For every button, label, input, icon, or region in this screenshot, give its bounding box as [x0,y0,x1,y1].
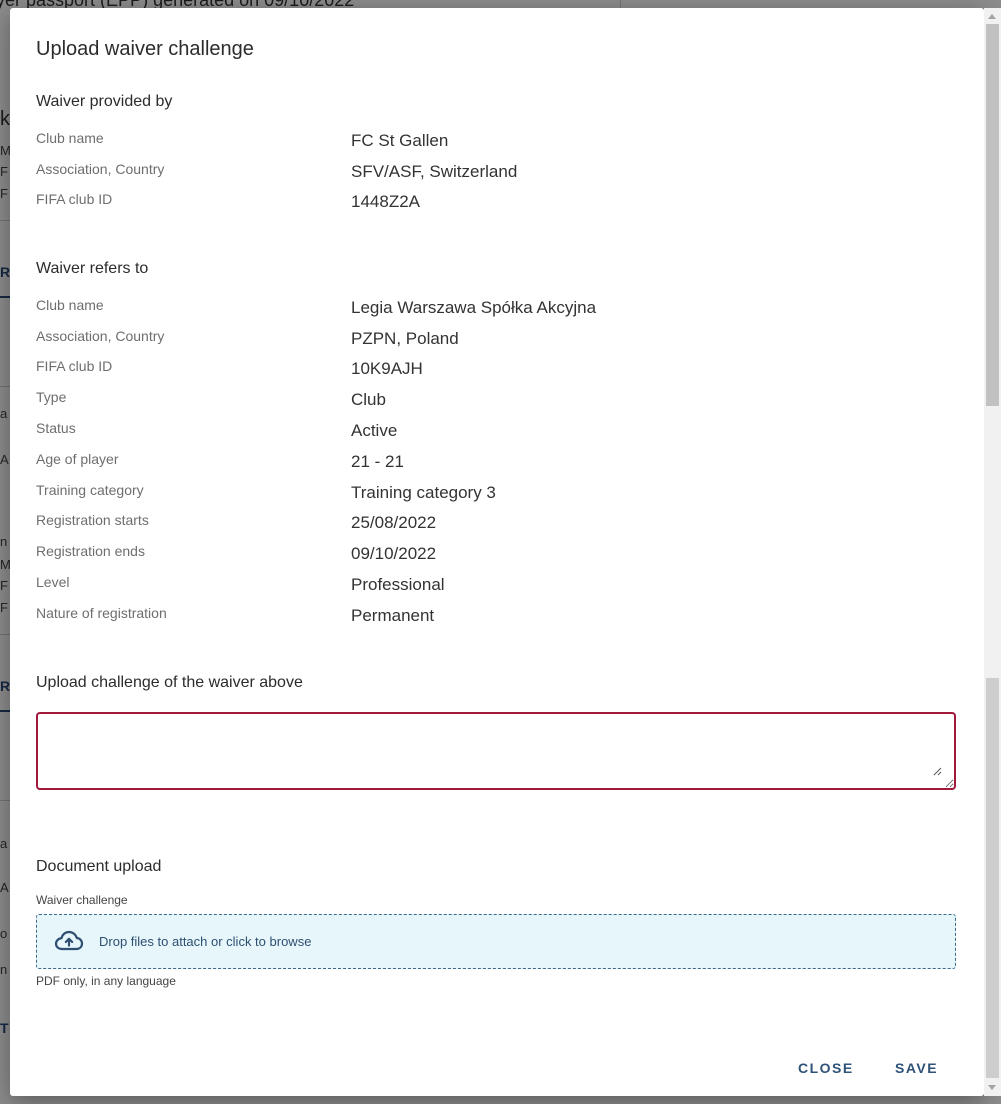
field-value: Legia Warszawa Spółka Akcyjna [351,298,597,317]
field-label: Level [36,574,70,590]
refers-to-club-name-row: Club name Legia Warszawa Spółka Akcyjna [36,297,936,321]
file-dropzone[interactable]: Drop files to attach or click to browse [36,914,956,969]
field-value: 1448Z2A [351,192,420,211]
field-label: FIFA club ID [36,191,113,207]
save-button[interactable]: SAVE [887,1056,946,1080]
refers-to-registration-starts-row: Registration starts 25/08/2022 [36,512,936,536]
field-value: SFV/ASF, Switzerland [351,162,518,181]
dialog-title: Upload waiver challenge [36,38,254,60]
refers-to-type-row: Type Club [36,389,936,413]
section-title-refers-to: Waiver refers to [36,260,149,277]
scroll-down-arrow-icon[interactable] [988,1085,996,1090]
field-value: Club [351,390,386,409]
field-label: Age of player [36,451,119,467]
field-value: Professional [351,575,445,594]
field-value: Permanent [351,606,435,625]
provided-by-association-row: Association, Country SFV/ASF, Switzerlan… [36,161,936,185]
upload-waiver-challenge-dialog: Upload waiver challenge Waiver provided … [10,8,984,1096]
field-label: Registration starts [36,512,149,528]
field-label: Association, Country [36,328,165,344]
field-label: FIFA club ID [36,358,113,374]
section-title-challenge: Upload challenge of the waiver above [36,674,303,691]
field-label: Registration ends [36,543,145,559]
field-value: 21 - 21 [351,452,404,471]
upload-field-label: Waiver challenge [36,893,128,907]
field-value: FC St Gallen [351,131,449,150]
dropzone-label: Drop files to attach or click to browse [99,934,312,949]
field-value: 10K9AJH [351,359,423,378]
field-value: Active [351,421,398,440]
section-title-document-upload: Document upload [36,858,162,875]
refers-to-registration-ends-row: Registration ends 09/10/2022 [36,543,936,567]
provided-by-fifa-id-row: FIFA club ID 1448Z2A [36,191,936,215]
field-label: Club name [36,130,104,146]
refers-to-association-row: Association, Country PZPN, Poland [36,328,936,352]
cloud-upload-icon [54,930,84,951]
challenge-textarea[interactable] [36,712,956,790]
scroll-up-arrow-icon[interactable] [988,14,996,19]
refers-to-status-row: Status Active [36,420,936,444]
section-title-provided-by: Waiver provided by [36,93,173,110]
close-button[interactable]: CLOSE [790,1056,862,1080]
field-label: Nature of registration [36,605,167,621]
field-value: 09/10/2022 [351,544,437,563]
refers-to-training-category-row: Training category Training category 3 [36,482,936,506]
scrollbar-thumb[interactable] [986,24,999,406]
field-label: Type [36,389,67,405]
field-label: Club name [36,297,104,313]
field-value: 25/08/2022 [351,513,437,532]
refers-to-nature-row: Nature of registration Permanent [36,605,936,629]
field-label: Association, Country [36,161,165,177]
page-scrollbar[interactable] [984,8,1001,1096]
scrollbar-inner-track[interactable] [986,678,999,1078]
field-label: Status [36,420,76,436]
refers-to-fifa-id-row: FIFA club ID 10K9AJH [36,358,936,382]
upload-hint: PDF only, in any language [36,974,176,988]
field-value: PZPN, Poland [351,329,459,348]
field-value: Training category 3 [351,483,496,502]
refers-to-level-row: Level Professional [36,574,936,598]
refers-to-age-row: Age of player 21 - 21 [36,451,936,475]
field-label: Training category [36,482,144,498]
provided-by-club-name-row: Club name FC St Gallen [36,130,936,154]
